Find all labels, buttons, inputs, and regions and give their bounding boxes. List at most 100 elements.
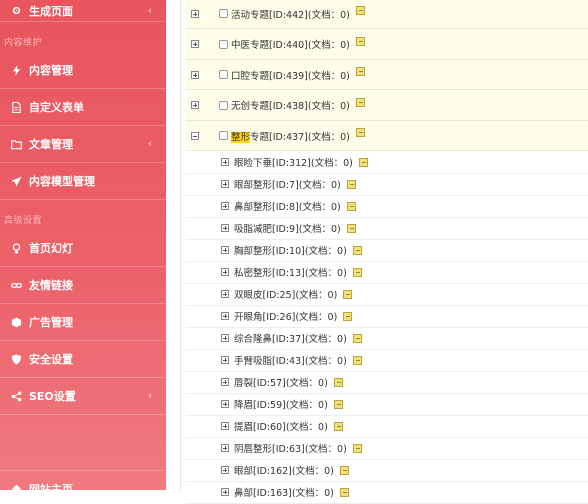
edit-icon[interactable] <box>352 443 362 453</box>
expand-toggle-icon[interactable] <box>221 202 229 210</box>
folder-icon <box>10 138 22 150</box>
category-label-text: 鼻部整形[ID:8](文档：0) <box>234 202 341 213</box>
edit-icon[interactable] <box>343 289 353 299</box>
expand-toggle-icon[interactable] <box>221 422 229 430</box>
tree-row-sub: 唇裂[ID:57](文档：0) <box>186 371 588 394</box>
category-label[interactable]: 眼部整形[ID:7](文档：0) <box>234 177 341 191</box>
expand-toggle-icon[interactable] <box>191 9 199 18</box>
tree-row-sub: 双眼皮[ID:25](文档：0) <box>186 283 588 306</box>
edit-icon[interactable] <box>343 311 353 321</box>
category-label-text: 提眉[ID:60](文档：0) <box>234 422 328 433</box>
category-label[interactable]: 眼部[ID:162](文档：0) <box>234 463 334 477</box>
category-label-text: 降眉[ID:59](文档：0) <box>234 400 328 411</box>
category-label[interactable]: 手臂吸脂[ID:43](文档：0) <box>234 353 347 367</box>
category-checkbox[interactable] <box>219 9 228 18</box>
edit-icon[interactable] <box>355 128 365 137</box>
expand-toggle-icon[interactable] <box>221 466 229 474</box>
tree-row-sub: 眼睑下垂[ID:312](文档：0) <box>186 151 588 174</box>
category-checkbox[interactable] <box>219 39 228 49</box>
category-checkbox[interactable] <box>219 131 228 140</box>
edit-icon[interactable] <box>355 6 365 15</box>
edit-icon[interactable] <box>355 36 365 46</box>
collapse-toggle-icon[interactable] <box>191 131 199 140</box>
category-label[interactable]: 开眼角[ID:26](文档：0) <box>234 309 337 323</box>
edit-icon[interactable] <box>352 355 362 365</box>
expand-toggle-icon[interactable] <box>221 356 229 364</box>
sidebar-item-label: 首页幻灯 <box>29 242 73 255</box>
edit-icon[interactable] <box>339 487 349 497</box>
category-checkbox[interactable] <box>219 100 228 110</box>
sidebar-item-home[interactable]: 网站主页 <box>0 470 166 490</box>
tree-row-sub: 综合隆鼻[ID:37](文档：0) <box>186 327 588 350</box>
expand-toggle-icon[interactable] <box>191 101 199 109</box>
category-label[interactable]: 整形专题[ID:437](文档：0) <box>231 129 350 143</box>
tree-row-sub: 胸部整形[ID:10](文档：0) <box>186 239 588 262</box>
share-icon <box>10 390 22 402</box>
category-label[interactable]: 无创专题[ID:438](文档：0) <box>231 98 350 112</box>
edit-icon[interactable] <box>352 267 362 277</box>
expand-toggle-icon[interactable] <box>221 290 229 298</box>
expand-toggle-icon[interactable] <box>221 224 229 232</box>
category-checkbox[interactable] <box>219 70 228 79</box>
category-label[interactable]: 口腔专题[ID:439](文档：0) <box>231 68 350 82</box>
edit-icon[interactable] <box>339 465 349 475</box>
category-label[interactable]: 阴唇整形[ID:63](文档：0) <box>234 441 347 455</box>
expand-toggle-icon[interactable] <box>221 444 229 452</box>
sidebar-item-model[interactable]: 内容模型管理 <box>0 163 166 200</box>
sidebar-item-security[interactable]: 安全设置 <box>0 341 166 378</box>
expand-toggle-icon[interactable] <box>221 334 229 342</box>
expand-toggle-icon[interactable] <box>221 378 229 386</box>
bolt-icon <box>10 64 22 76</box>
category-label[interactable]: 综合隆鼻[ID:37](文档：0) <box>234 331 347 345</box>
category-label[interactable]: 眼睑下垂[ID:312](文档：0) <box>234 155 353 169</box>
tree-row-sub: 鼻部[ID:163](文档：0) <box>186 481 588 504</box>
expand-toggle-icon[interactable] <box>221 268 229 276</box>
category-label[interactable]: 私密整形[ID:13](文档：0) <box>234 265 347 279</box>
expand-toggle-icon[interactable] <box>221 312 229 320</box>
edit-icon[interactable] <box>355 67 365 76</box>
edit-icon[interactable] <box>346 201 356 211</box>
category-label-text: 私密整形[ID:13](文档：0) <box>234 268 347 279</box>
category-label[interactable]: 吸脂减肥[ID:9](文档：0) <box>234 221 341 235</box>
edit-icon[interactable] <box>333 421 343 431</box>
category-label[interactable]: 胸部整形[ID:10](文档：0) <box>234 243 347 257</box>
sidebar-item-article[interactable]: 文章管理 ‹ <box>0 126 166 163</box>
category-label[interactable]: 活动专题[ID:442](文档：0) <box>231 7 350 21</box>
edit-icon[interactable] <box>346 223 356 233</box>
category-label[interactable]: 唇裂[ID:57](文档：0) <box>234 375 328 389</box>
edit-icon[interactable] <box>352 245 362 255</box>
category-label-text: 活动专题[ID:442](文档：0) <box>231 9 350 21</box>
sidebar-item-generate[interactable]: 生成页面 ‹ <box>0 0 166 22</box>
category-label-text: 眼部[ID:162](文档：0) <box>234 466 334 477</box>
category-label[interactable]: 双眼皮[ID:25](文档：0) <box>234 287 337 301</box>
sidebar-item-banner[interactable]: 首页幻灯 <box>0 230 166 267</box>
expand-toggle-icon[interactable] <box>221 158 229 166</box>
expand-toggle-icon[interactable] <box>221 400 229 408</box>
sidebar-item-content[interactable]: 内容管理 <box>0 52 166 89</box>
tree-row-sub: 鼻部整形[ID:8](文档：0) <box>186 195 588 218</box>
edit-icon[interactable] <box>333 399 343 409</box>
category-label-text: 无创专题[ID:438](文档：0) <box>231 101 350 112</box>
category-label[interactable]: 鼻部[ID:163](文档：0) <box>234 485 334 499</box>
expand-toggle-icon[interactable] <box>221 180 229 188</box>
sidebar-item-seo[interactable]: SEO设置 ‹ <box>0 378 166 415</box>
edit-icon[interactable] <box>352 333 362 343</box>
expand-toggle-icon[interactable] <box>191 40 199 48</box>
expand-toggle-icon[interactable] <box>191 70 199 79</box>
category-label[interactable]: 降眉[ID:59](文档：0) <box>234 397 328 411</box>
sidebar-item-links[interactable]: 友情链接 <box>0 267 166 304</box>
edit-icon[interactable] <box>355 97 365 107</box>
category-label[interactable]: 鼻部整形[ID:8](文档：0) <box>234 199 341 213</box>
category-label-text: 唇裂[ID:57](文档：0) <box>234 378 328 389</box>
category-label[interactable]: 提眉[ID:60](文档：0) <box>234 419 328 433</box>
sidebar-item-form[interactable]: 自定义表单 <box>0 89 166 126</box>
tree-row-top: 口腔专题[ID:439](文档：0) <box>186 60 588 90</box>
expand-toggle-icon[interactable] <box>221 488 229 496</box>
expand-toggle-icon[interactable] <box>221 246 229 254</box>
category-label[interactable]: 中医专题[ID:440](文档：0) <box>231 37 350 51</box>
edit-icon[interactable] <box>358 157 368 167</box>
edit-icon[interactable] <box>346 179 356 189</box>
chevron-left-icon: ‹ <box>148 390 152 402</box>
edit-icon[interactable] <box>333 377 343 387</box>
sidebar-item-ads[interactable]: 广告管理 <box>0 304 166 341</box>
